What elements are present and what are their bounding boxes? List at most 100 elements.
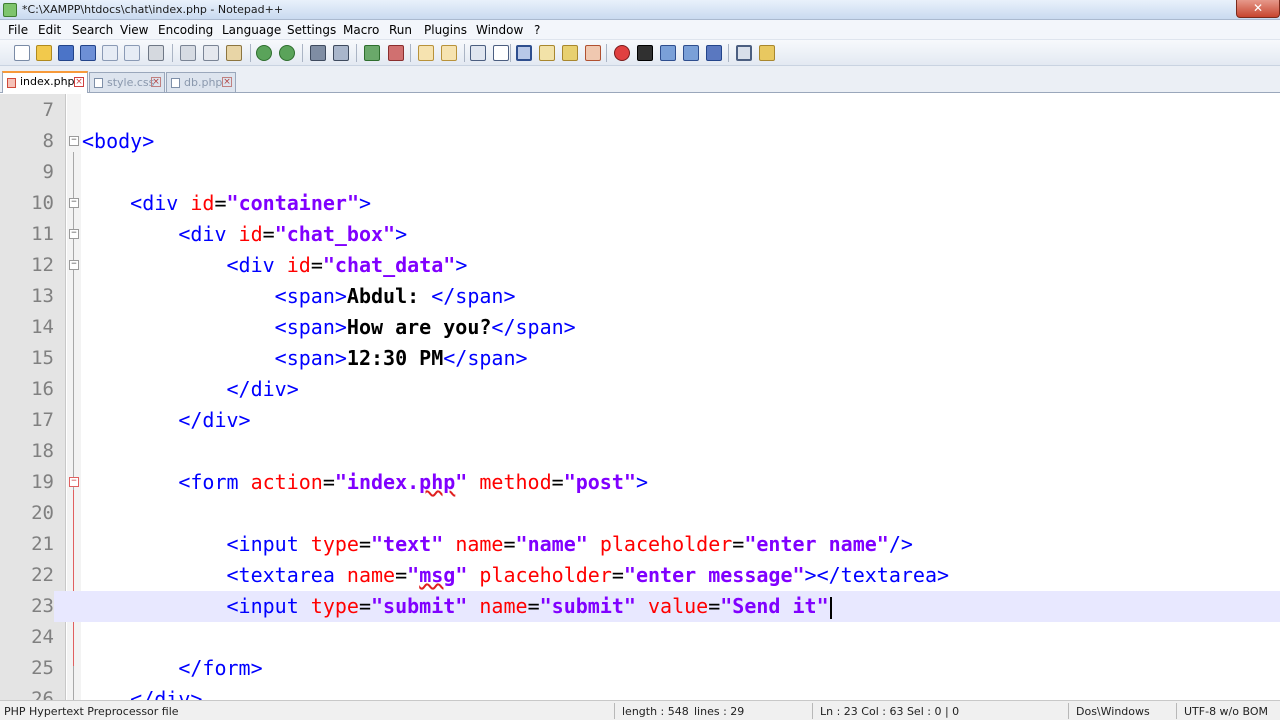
- redo-icon[interactable]: [279, 45, 295, 61]
- menu-plugins[interactable]: Plugins: [424, 23, 467, 37]
- line-number: 19: [31, 471, 54, 493]
- code-line[interactable]: 25 </form>: [0, 653, 1280, 684]
- tab-close-icon[interactable]: ×: [222, 77, 232, 87]
- menu-settings[interactable]: Settings: [287, 23, 336, 37]
- code-token-ws: [467, 594, 479, 618]
- print-icon[interactable]: [148, 45, 164, 61]
- tab-close-icon[interactable]: ×: [74, 77, 84, 87]
- fold-toggle-icon[interactable]: −: [69, 136, 79, 146]
- menu-view[interactable]: View: [120, 23, 148, 37]
- tab-label: style.css: [107, 76, 155, 89]
- code-editor[interactable]: 7 8− <body> 9 10− <div id="container"> 11− <d…: [0, 94, 1280, 700]
- play-macro-icon[interactable]: [660, 45, 676, 61]
- notepad-plus-plus-icon: [3, 3, 17, 17]
- save-all-icon[interactable]: [80, 45, 96, 61]
- close-icon[interactable]: [102, 45, 118, 61]
- menu-edit[interactable]: Edit: [38, 23, 61, 37]
- menu-macro[interactable]: Macro: [343, 23, 379, 37]
- new-file-icon[interactable]: [14, 45, 30, 61]
- status-lines: lines : 29: [694, 705, 745, 718]
- save-macro-icon[interactable]: [706, 45, 722, 61]
- code-line[interactable]: 24: [0, 622, 1280, 653]
- save-icon[interactable]: [58, 45, 74, 61]
- file-modified-icon: [7, 78, 16, 88]
- close-all-icon[interactable]: [124, 45, 140, 61]
- paste-icon[interactable]: [226, 45, 242, 61]
- fold-toggle-icon[interactable]: −: [69, 477, 79, 487]
- code-line[interactable]: 12 − <div id="chat_data">: [0, 250, 1280, 281]
- plugin-icon[interactable]: [759, 45, 775, 61]
- document-map-icon[interactable]: [562, 45, 578, 61]
- code-line[interactable]: 9: [0, 157, 1280, 188]
- code-line[interactable]: 8 − <body>: [0, 126, 1280, 157]
- code-token-tag: <span>: [274, 284, 347, 308]
- code-token-val: "chat_data": [322, 253, 456, 277]
- zoom-out-icon[interactable]: [388, 45, 404, 61]
- menu-search[interactable]: Search: [72, 23, 113, 37]
- line-number: 13: [31, 285, 54, 307]
- tab-close-icon[interactable]: ×: [151, 77, 161, 87]
- code-token-ws: [82, 470, 178, 494]
- code-line[interactable]: 22 <textarea name="msg" placeholder="ent…: [0, 560, 1280, 591]
- menu-help[interactable]: ?: [534, 23, 540, 37]
- user-language-icon[interactable]: [539, 45, 555, 61]
- zoom-in-icon[interactable]: [364, 45, 380, 61]
- code-line[interactable]: 17 </div>: [0, 405, 1280, 436]
- menu-run[interactable]: Run: [389, 23, 412, 37]
- code-token-ws: [82, 656, 178, 680]
- word-wrap-icon[interactable]: [470, 45, 486, 61]
- cut-icon[interactable]: [180, 45, 196, 61]
- fold-toggle-icon[interactable]: −: [69, 198, 79, 208]
- sync-vertical-icon[interactable]: [418, 45, 434, 61]
- menu-file[interactable]: File: [8, 23, 28, 37]
- undo-icon[interactable]: [256, 45, 272, 61]
- code-token-eq: =: [310, 253, 323, 277]
- spellcheck-icon[interactable]: [736, 45, 752, 61]
- code-token-attr: id: [190, 191, 215, 215]
- status-eol: Dos\Windows: [1076, 705, 1150, 718]
- tab-index-php[interactable]: index.php ×: [2, 71, 88, 93]
- code-line[interactable]: 23 <input type="submit" name="submit" va…: [0, 591, 1280, 622]
- code-line[interactable]: 19− <form action="index.php" method="pos…: [0, 467, 1280, 498]
- fold-toggle-icon[interactable]: −: [69, 260, 79, 270]
- code-text: <span>Abdul: </span>: [82, 281, 516, 312]
- code-token-attr: name: [479, 594, 528, 618]
- record-macro-icon[interactable]: [614, 45, 630, 61]
- code-line[interactable]: 16 </div>: [0, 374, 1280, 405]
- code-line[interactable]: 15 <span>12:30 PM</span>: [0, 343, 1280, 374]
- menu-language[interactable]: Language: [222, 23, 281, 37]
- tab-db-php[interactable]: db.php ×: [166, 72, 236, 92]
- function-list-icon[interactable]: [585, 45, 601, 61]
- code-line[interactable]: 13 <span>Abdul: </span>: [0, 281, 1280, 312]
- fold-toggle-icon[interactable]: −: [69, 229, 79, 239]
- code-text: <input type="text" name="name" placehold…: [82, 529, 913, 560]
- code-line[interactable]: 10 − <div id="container">: [0, 188, 1280, 219]
- menu-encoding[interactable]: Encoding: [158, 23, 213, 37]
- open-file-icon[interactable]: [36, 45, 52, 61]
- indent-guide-icon[interactable]: [516, 45, 532, 61]
- code-token-tag: >: [455, 253, 468, 277]
- stop-macro-icon[interactable]: [637, 45, 653, 61]
- copy-icon[interactable]: [203, 45, 219, 61]
- code-token-tag: <body>: [82, 129, 155, 153]
- code-line[interactable]: 11 − <div id="chat_box">: [0, 219, 1280, 250]
- code-line[interactable]: 18: [0, 436, 1280, 467]
- code-line[interactable]: 7: [0, 95, 1280, 126]
- code-line[interactable]: 14 <span>How are you?</span>: [0, 312, 1280, 343]
- code-line[interactable]: 21 <input type="text" name="name" placeh…: [0, 529, 1280, 560]
- find-icon[interactable]: [310, 45, 326, 61]
- window-close-button[interactable]: ✕: [1236, 0, 1280, 18]
- tab-style-css[interactable]: style.css ×: [89, 72, 165, 92]
- replace-icon[interactable]: [333, 45, 349, 61]
- code-line[interactable]: 20: [0, 498, 1280, 529]
- code-token-val: "enter message": [623, 563, 805, 587]
- code-token-ws: [82, 532, 227, 556]
- code-line[interactable]: 26 </div>: [0, 684, 1280, 700]
- toolbar-separator: [510, 44, 511, 62]
- code-token-eq: =: [358, 594, 372, 618]
- sync-horizontal-icon[interactable]: [441, 45, 457, 61]
- menu-window[interactable]: Window: [476, 23, 523, 37]
- toolbar-separator: [410, 44, 411, 62]
- show-all-chars-icon[interactable]: [493, 45, 509, 61]
- play-multiple-icon[interactable]: [683, 45, 699, 61]
